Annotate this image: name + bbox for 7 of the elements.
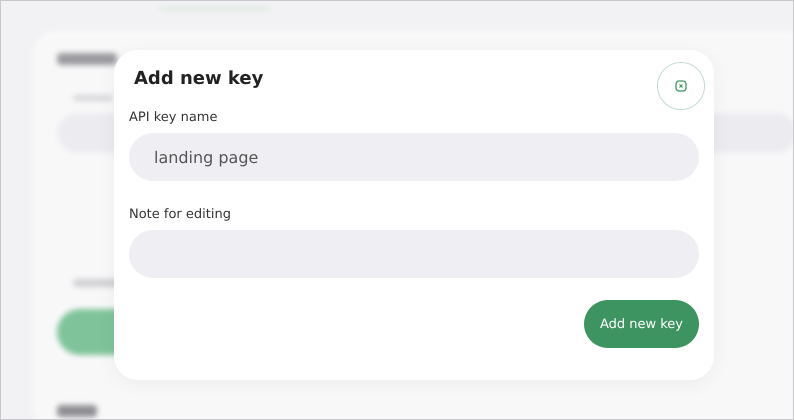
add-key-button[interactable]: Add new key <box>584 300 699 348</box>
field-label: API key name <box>129 110 218 125</box>
dialog-title: Add new key <box>134 68 264 89</box>
close-icon <box>675 80 687 92</box>
close-button[interactable] <box>657 62 705 110</box>
field-label: Note for editing <box>129 207 232 222</box>
input-field[interactable]: landing page <box>129 133 699 181</box>
